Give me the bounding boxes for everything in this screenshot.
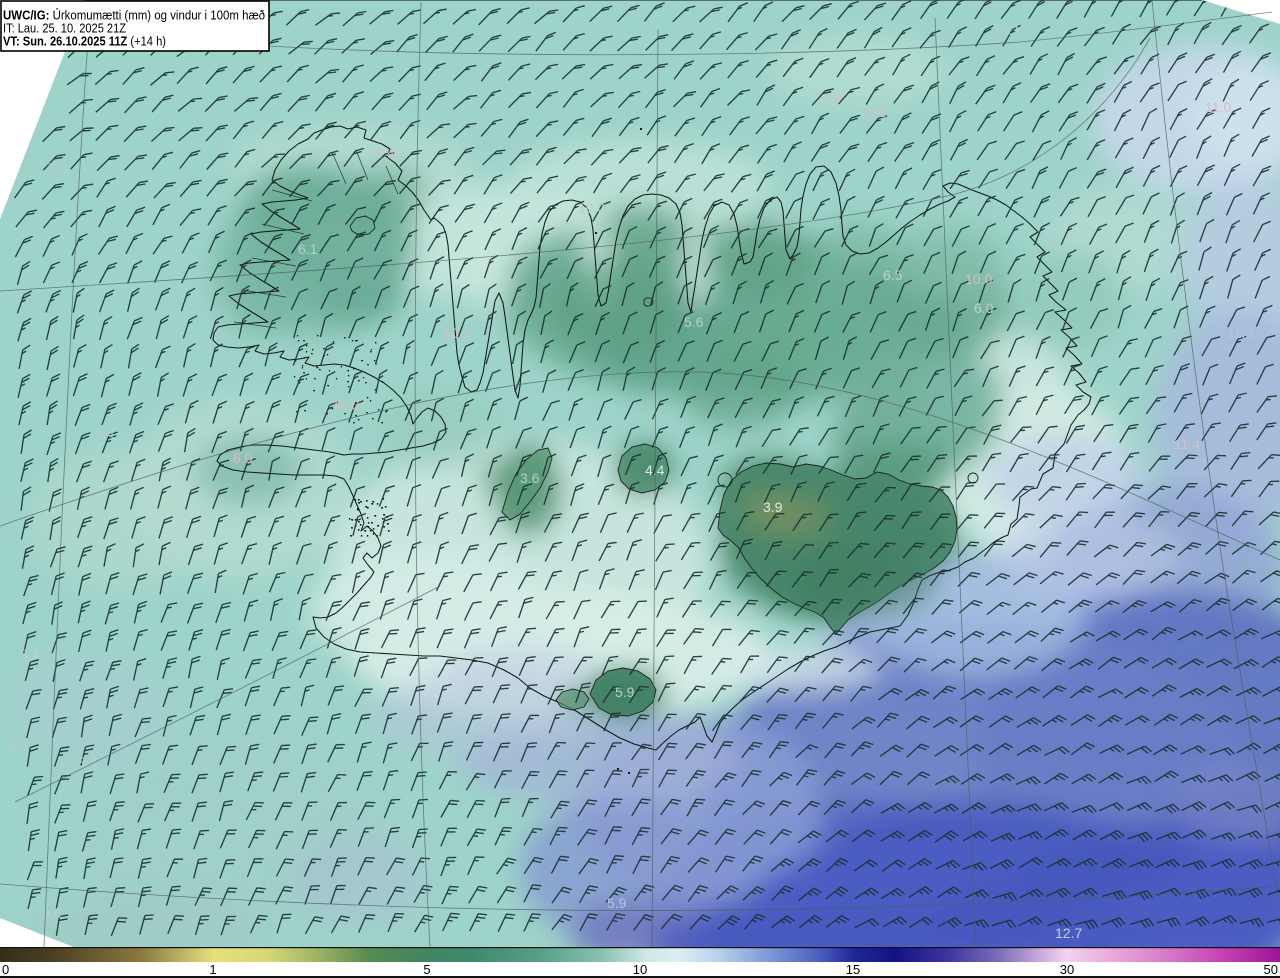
svg-text:9.4: 9.4 [20,646,40,662]
svg-text:1: 1 [209,962,216,977]
svg-text:4.4: 4.4 [375,145,395,161]
svg-text:9.4: 9.4 [8,738,28,754]
svg-text:6.1: 6.1 [298,241,318,257]
svg-text:10.0: 10.0 [965,271,992,287]
svg-text:11.0: 11.0 [1205,99,1231,115]
svg-text:5.9: 5.9 [607,895,627,911]
svg-text:10.1: 10.1 [993,22,1020,38]
svg-text:5: 5 [423,962,430,977]
svg-text:11.4: 11.4 [1174,436,1200,452]
svg-text:UWC/IG: Úrkomumætti (mm) og vi: UWC/IG: Úrkomumætti (mm) og vindur i 100… [3,8,265,23]
svg-text:6.0: 6.0 [974,300,994,316]
svg-text:30: 30 [1060,962,1074,977]
svg-text:VT: Sun. 26.10.2025 11Z (+14 h: VT: Sun. 26.10.2025 11Z (+14 h) [3,35,166,49]
svg-text:10.0: 10.0 [332,397,359,413]
svg-text:6.5: 6.5 [883,267,903,283]
svg-text:12.7: 12.7 [1055,925,1082,941]
svg-text:9.4: 9.4 [95,425,115,441]
svg-text:0: 0 [2,962,9,977]
svg-text:15: 15 [846,962,860,977]
svg-text:50: 50 [1264,962,1278,977]
svg-text:10.1: 10.1 [443,325,470,341]
svg-text:7.6: 7.6 [48,160,68,176]
svg-text:IT: Lau. 25. 10. 2025 21Z: IT: Lau. 25. 10. 2025 21Z [3,22,126,36]
svg-text:5.6: 5.6 [684,314,704,330]
svg-text:2.9: 2.9 [822,90,842,106]
svg-text:8.2: 8.2 [866,104,886,120]
svg-text:10: 10 [633,962,647,977]
svg-text:3.9: 3.9 [763,499,783,515]
svg-text:5.9: 5.9 [615,684,635,700]
svg-text:11.3: 11.3 [1227,325,1253,341]
svg-text:6.0: 6.0 [233,450,253,466]
svg-text:10.0: 10.0 [578,200,605,216]
svg-text:3.6: 3.6 [520,470,540,486]
